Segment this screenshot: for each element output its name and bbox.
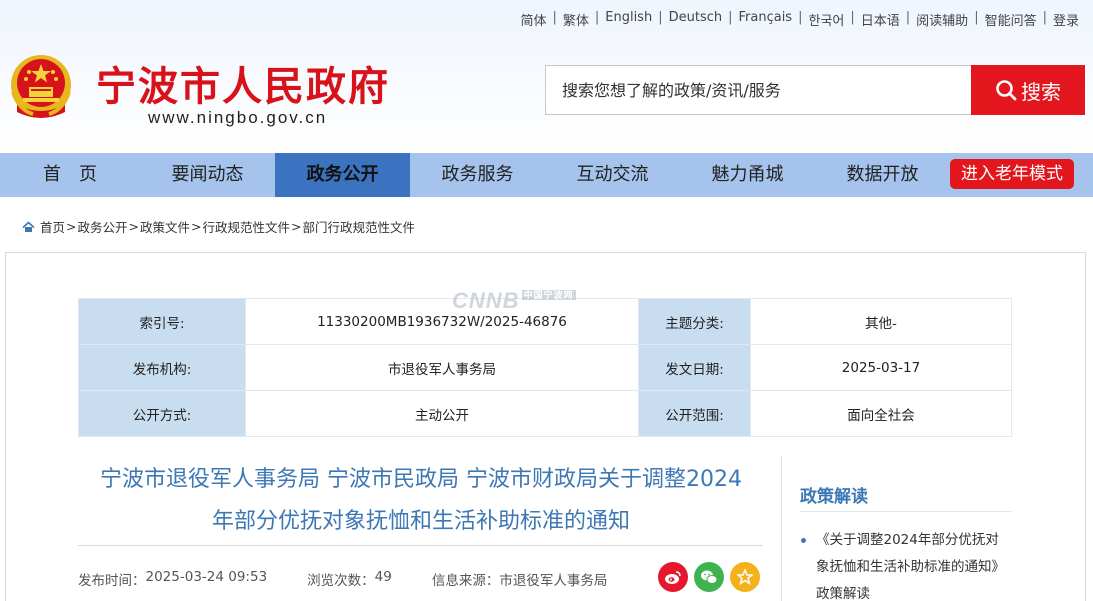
- search-box: [545, 65, 972, 115]
- lang-francais-link[interactable]: Français: [739, 10, 793, 29]
- nav-news[interactable]: 要闻动态: [140, 153, 275, 197]
- lang-traditional-link[interactable]: 繁体: [563, 10, 589, 29]
- index-number-value: 11330200MB1936732W/2025-46876: [245, 298, 639, 345]
- favorite-button[interactable]: [730, 562, 760, 592]
- issuing-agency-value: 市退役军人事务局: [245, 344, 639, 391]
- national-emblem-icon: [11, 55, 71, 118]
- main-nav: 首 页 要闻动态 政务公开 政务服务 互动交流 魅力甬城 数据开放: [0, 153, 1093, 197]
- reading-aid-link[interactable]: 阅读辅助: [916, 10, 968, 29]
- issuing-agency-label: 发布机构:: [78, 344, 246, 391]
- search-input[interactable]: [546, 66, 971, 114]
- source-label: 信息来源：: [431, 573, 500, 589]
- disclosure-method-label: 公开方式:: [78, 390, 246, 437]
- table-row: 发布机构: 市退役军人事务局 发文日期: 2025-03-17: [78, 344, 1012, 391]
- views-label: 浏览次数：: [307, 573, 375, 589]
- breadcrumb-normative-documents[interactable]: 行政规范性文件: [203, 217, 291, 236]
- elder-mode-button[interactable]: 进入老年模式: [950, 159, 1074, 189]
- sidebar-divider: [800, 511, 1012, 512]
- share-weibo-button[interactable]: [658, 562, 688, 592]
- top-links: 简体 | 繁体 | English | Deutsch | Français | 한국어 |…: [520, 10, 1079, 29]
- nav-home[interactable]: 首 页: [0, 153, 140, 197]
- document-title-line-2: 年部分优抚对象抚恤和生活补助标准的通知: [211, 509, 630, 534]
- weibo-icon: [665, 571, 681, 584]
- publish-time-value: 2025-03-24 09:53: [145, 569, 268, 585]
- watermark-tag: 中国宁波网: [521, 290, 576, 300]
- document-title-line-1: 宁波市退役军人事务局 宁波市民政局 宁波市财政局关于调整2024: [100, 467, 742, 492]
- disclosure-scope-label: 公开范围:: [638, 390, 751, 437]
- star-icon: [737, 569, 753, 585]
- issue-date-label: 发文日期:: [638, 344, 751, 391]
- table-row: 公开方式: 主动公开 公开范围: 面向全社会: [78, 390, 1012, 437]
- search-button-label: 搜索: [1021, 79, 1061, 104]
- views-value: 49: [374, 569, 392, 585]
- divider: [78, 545, 763, 546]
- topic-category-value: 其他-: [750, 298, 1012, 345]
- sidebar-title: 政策解读: [800, 487, 868, 507]
- breadcrumb-home[interactable]: 首页: [40, 217, 65, 236]
- lang-korean-link[interactable]: 한국어: [808, 10, 844, 29]
- index-number-label: 索引号:: [78, 298, 246, 345]
- breadcrumb-government-affairs[interactable]: 政务公开: [78, 217, 128, 236]
- disclosure-scope-value: 面向全社会: [750, 390, 1012, 437]
- nav-open-data[interactable]: 数据开放: [815, 153, 950, 197]
- login-link[interactable]: 登录: [1053, 10, 1079, 29]
- search-button[interactable]: 搜索: [971, 65, 1085, 115]
- breadcrumb: 首页 > 政务公开 > 政策文件 > 行政规范性文件 > 部门行政规范性文件: [22, 217, 415, 236]
- share-wechat-button[interactable]: [694, 562, 724, 592]
- home-icon: [22, 220, 35, 232]
- header: 简体 | 繁体 | English | Deutsch | Français | 한국어 |…: [0, 0, 1093, 153]
- nav-city-charm[interactable]: 魅力甬城: [680, 153, 815, 197]
- wechat-icon: [701, 570, 718, 584]
- publish-time-label: 发布时间：: [78, 573, 146, 589]
- lang-japanese-link[interactable]: 日本语: [861, 10, 900, 29]
- lang-english-link[interactable]: English: [605, 10, 652, 29]
- site-title[interactable]: 宁波市人民政府: [96, 54, 390, 112]
- nav-government-affairs-label: 政务公开: [306, 164, 379, 185]
- sidebar-separator: [781, 456, 782, 601]
- disclosure-method-value: 主动公开: [245, 390, 639, 437]
- lang-deutsch-link[interactable]: Deutsch: [669, 10, 723, 29]
- policy-interpretation-link[interactable]: 《关于调整2024年部分优抚对象抚恤和生活补助标准的通知》政策解读: [816, 527, 1010, 601]
- issue-date-value: 2025-03-17: [750, 344, 1012, 391]
- breadcrumb-policy-documents[interactable]: 政策文件: [140, 217, 190, 236]
- topic-category-label: 主题分类:: [638, 298, 751, 345]
- lang-simplified-link[interactable]: 简体: [520, 10, 546, 29]
- source-value: 市退役军人事务局: [499, 573, 608, 589]
- nav-government-affairs[interactable]: 政务公开: [275, 153, 410, 197]
- cnnb-watermark: CNNB 中国宁波网: [452, 288, 576, 314]
- bullet-icon: [801, 538, 806, 543]
- document-title: 宁波市退役军人事务局 宁波市民政局 宁波市财政局关于调整2024 年部分优抚对象…: [80, 459, 762, 543]
- nav-interaction[interactable]: 互动交流: [545, 153, 680, 197]
- search-icon: [996, 80, 1017, 101]
- breadcrumb-department-normative-documents[interactable]: 部门行政规范性文件: [303, 217, 416, 236]
- smart-qa-link[interactable]: 智能问答: [985, 10, 1037, 29]
- document-meta-table: 索引号: 11330200MB1936732W/2025-46876 主题分类:…: [78, 298, 1012, 437]
- nav-services[interactable]: 政务服务: [410, 153, 545, 197]
- site-url: www.ningbo.gov.cn: [148, 108, 328, 127]
- document-info: 发布时间： 2025-03-24 09:53 浏览次数： 49 信息来源： 市退…: [78, 569, 613, 589]
- watermark-text: CNNB: [452, 288, 520, 313]
